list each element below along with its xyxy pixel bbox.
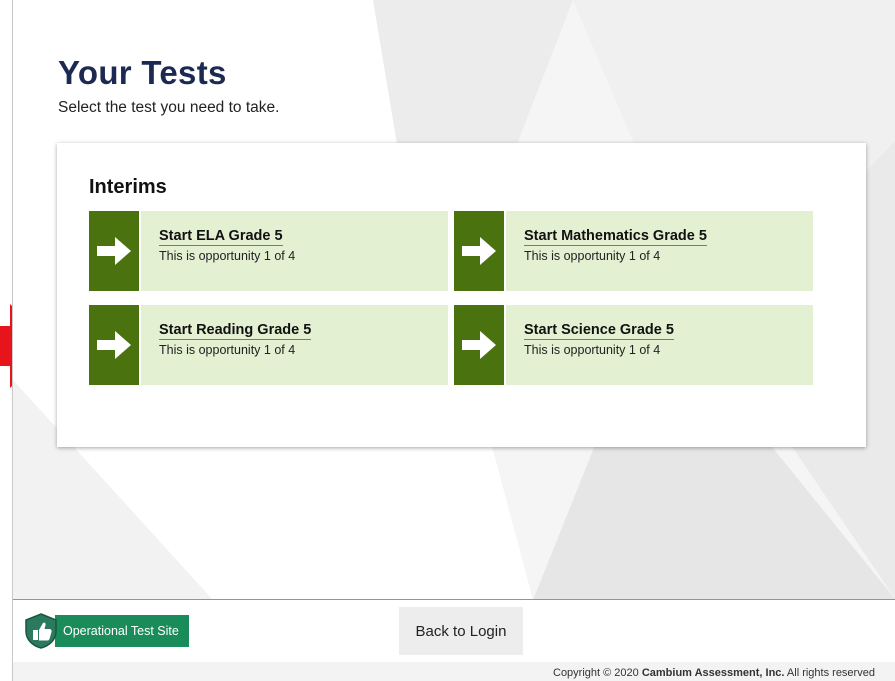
footer: Operational Test Site Back to Login: [13, 600, 895, 662]
right-arrow-icon: [89, 305, 139, 385]
tile-body: Start Reading Grade 5 This is opportunit…: [141, 305, 448, 385]
start-science-grade-5-button[interactable]: Start Science Grade 5 This is opportunit…: [454, 305, 813, 385]
tile-body: Start Mathematics Grade 5 This is opport…: [506, 211, 813, 291]
tile-title[interactable]: Start ELA Grade 5: [159, 228, 283, 246]
copyright-text: Copyright © 2020 Cambium Assessment, Inc…: [553, 667, 875, 679]
tile-detail: This is opportunity 1 of 4: [524, 249, 661, 263]
start-reading-grade-5-button[interactable]: Start Reading Grade 5 This is opportunit…: [89, 305, 448, 385]
tile-title[interactable]: Start Reading Grade 5: [159, 322, 312, 340]
start-mathematics-grade-5-button[interactable]: Start Mathematics Grade 5 This is opport…: [454, 211, 813, 291]
tile-body: Start Science Grade 5 This is opportunit…: [506, 305, 813, 385]
operational-test-site-badge: Operational Test Site: [23, 613, 189, 649]
tile-body: Start ELA Grade 5 This is opportunity 1 …: [141, 211, 448, 291]
tile-detail: This is opportunity 1 of 4: [159, 249, 296, 263]
right-arrow-icon: [454, 211, 504, 291]
copyright-bar: Copyright © 2020 Cambium Assessment, Inc…: [13, 662, 895, 681]
tile-detail: This is opportunity 1 of 4: [524, 343, 661, 357]
page-title: Your Tests: [58, 54, 227, 91]
right-arrow-icon: [89, 211, 139, 291]
right-arrow-icon: [454, 305, 504, 385]
operational-test-site-label: Operational Test Site: [55, 615, 189, 647]
page-subtitle: Select the test you need to take.: [58, 99, 280, 116]
tile-title[interactable]: Start Mathematics Grade 5: [524, 228, 707, 246]
start-ela-grade-5-button[interactable]: Start ELA Grade 5 This is opportunity 1 …: [89, 211, 448, 291]
tile-title[interactable]: Start Science Grade 5: [524, 322, 674, 340]
shield-thumbs-up-icon: [25, 613, 57, 649]
section-title: Interims: [89, 176, 167, 198]
tests-card: Interims Start ELA Grade 5 This is oppor…: [57, 143, 866, 447]
copyright-company: Cambium Assessment, Inc.: [641, 667, 785, 679]
back-to-login-button[interactable]: Back to Login: [399, 607, 523, 655]
app-frame: Your Tests Select the test you need to t…: [12, 0, 895, 681]
tile-detail: This is opportunity 1 of 4: [159, 343, 296, 357]
